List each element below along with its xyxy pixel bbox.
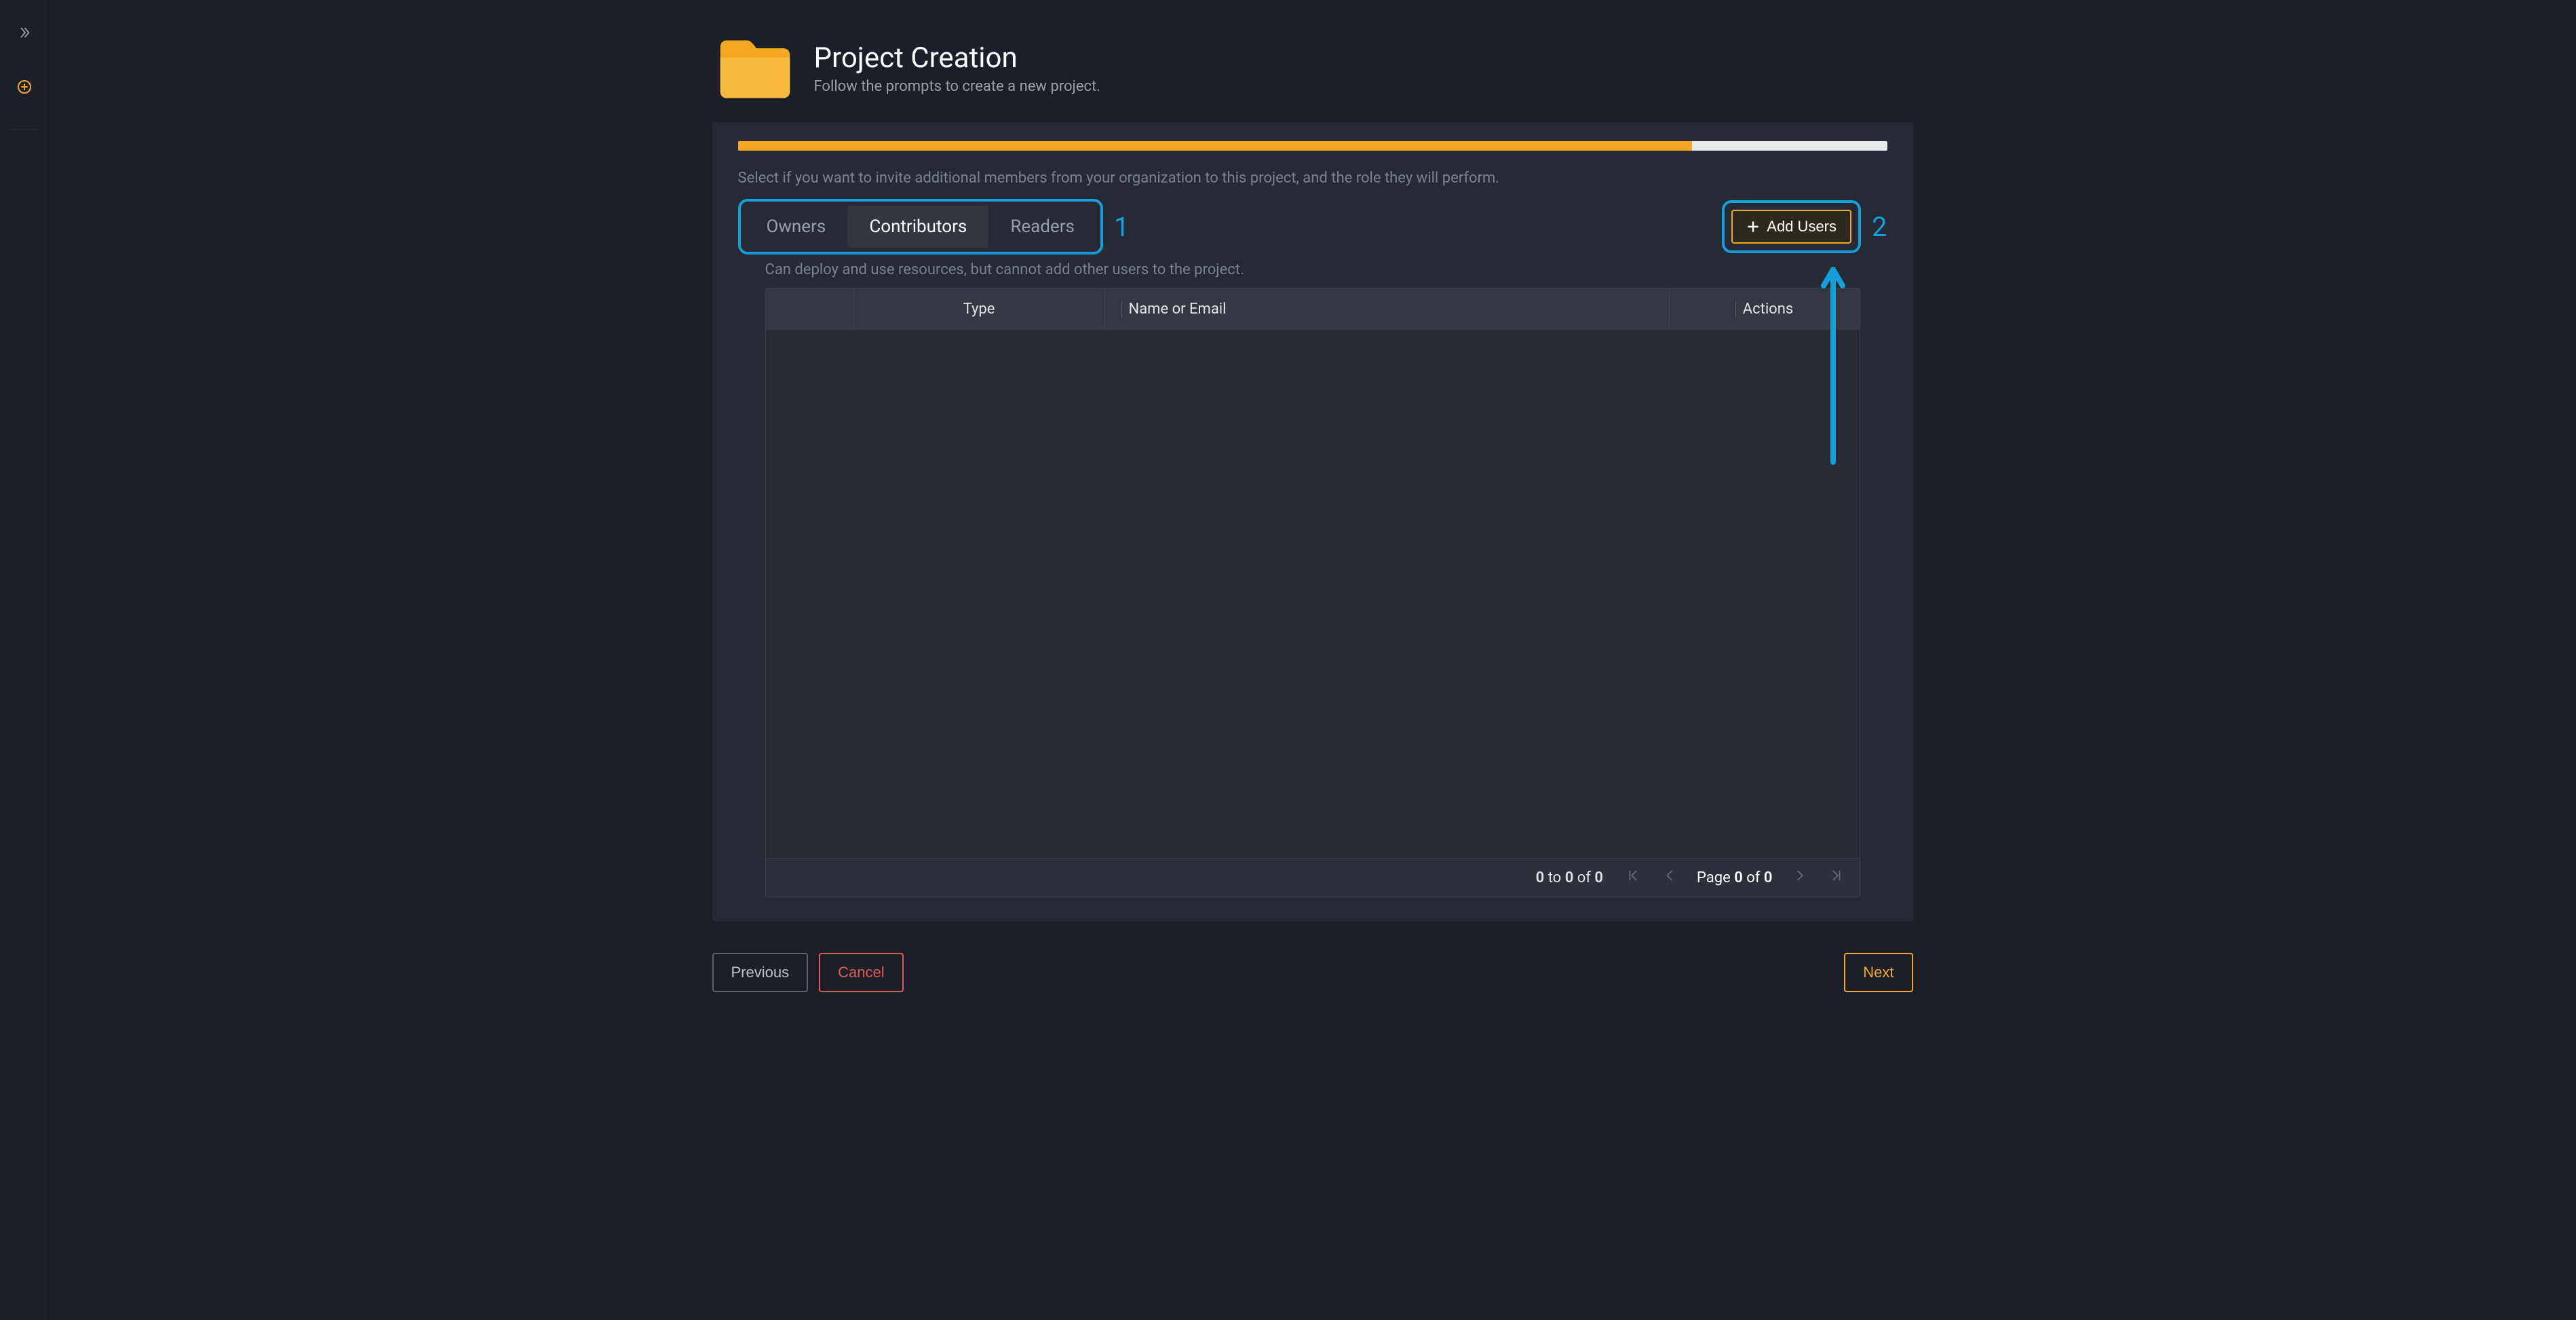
plus-circle-icon: [16, 79, 33, 98]
first-page-icon: [1626, 868, 1640, 887]
role-tabs-annotation-box: Owners Contributors Readers: [738, 199, 1103, 254]
content: Project Creation Follow the prompts to c…: [712, 34, 1913, 992]
add-users-button-label: Add Users: [1767, 218, 1837, 235]
sidebar-new-button[interactable]: [11, 75, 38, 102]
table-body-empty: [766, 330, 1860, 858]
last-page-icon: [1829, 868, 1844, 887]
progress-bar: [738, 141, 1887, 151]
previous-button[interactable]: Previous: [712, 953, 809, 992]
chevron-left-icon: [1662, 868, 1677, 887]
add-users-button[interactable]: Add Users: [1731, 210, 1851, 244]
pagination-counts: 0 to 0 of 0: [1536, 869, 1603, 886]
add-users-annotation-box: Add Users: [1722, 200, 1861, 253]
col-type[interactable]: Type: [854, 288, 1105, 330]
pager-next-button[interactable]: [1790, 868, 1809, 887]
cancel-button[interactable]: Cancel: [819, 953, 903, 992]
wizard-panel: Select if you want to invite additional …: [712, 122, 1913, 922]
wizard-nav: Previous Cancel Next: [712, 953, 1913, 992]
sidebar-expand-button[interactable]: [11, 20, 38, 48]
column-separator-icon: [1121, 301, 1122, 318]
pager: Page 0 of 0: [1623, 868, 1846, 887]
pager-first-button[interactable]: [1623, 868, 1642, 887]
pager-last-button[interactable]: [1827, 868, 1846, 887]
col-actions: Actions: [1670, 288, 1860, 330]
step-instructions: Select if you want to invite additional …: [738, 170, 1887, 187]
members-table: Type Name or Email Actions: [765, 288, 1860, 897]
annotation-number-2: 2: [1872, 211, 1887, 243]
folder-icon: [715, 34, 794, 105]
page-header: Project Creation Follow the prompts to c…: [712, 34, 1913, 122]
progress-fill: [738, 141, 1692, 151]
main: Project Creation Follow the prompts to c…: [49, 0, 2576, 1320]
tab-row: Owners Contributors Readers 1 Add Users: [738, 199, 1887, 254]
pager-prev-button[interactable]: [1660, 868, 1679, 887]
tab-contributors[interactable]: Contributors: [847, 206, 988, 248]
col-name-or-email[interactable]: Name or Email: [1105, 288, 1670, 330]
table-header: Type Name or Email Actions: [766, 288, 1860, 330]
plus-icon: [1746, 220, 1760, 233]
col-blank: [766, 288, 854, 330]
table-footer: 0 to 0 of 0: [766, 858, 1860, 897]
page-title: Project Creation: [814, 43, 1100, 73]
chevrons-right-icon: [17, 25, 32, 43]
chevron-right-icon: [1792, 868, 1807, 887]
pagination-page: Page 0 of 0: [1697, 869, 1773, 886]
tab-readers[interactable]: Readers: [988, 206, 1096, 248]
column-separator-icon: [1735, 301, 1736, 318]
sidebar: [0, 0, 49, 1320]
page-subtitle: Follow the prompts to create a new proje…: [814, 78, 1100, 95]
tab-owners[interactable]: Owners: [745, 206, 848, 248]
role-description: Can deploy and use resources, but cannot…: [765, 261, 1887, 278]
next-button[interactable]: Next: [1844, 953, 1912, 992]
app-root: Project Creation Follow the prompts to c…: [0, 0, 2576, 1320]
annotation-number-1: 1: [1114, 211, 1129, 243]
sidebar-divider: [11, 129, 38, 130]
